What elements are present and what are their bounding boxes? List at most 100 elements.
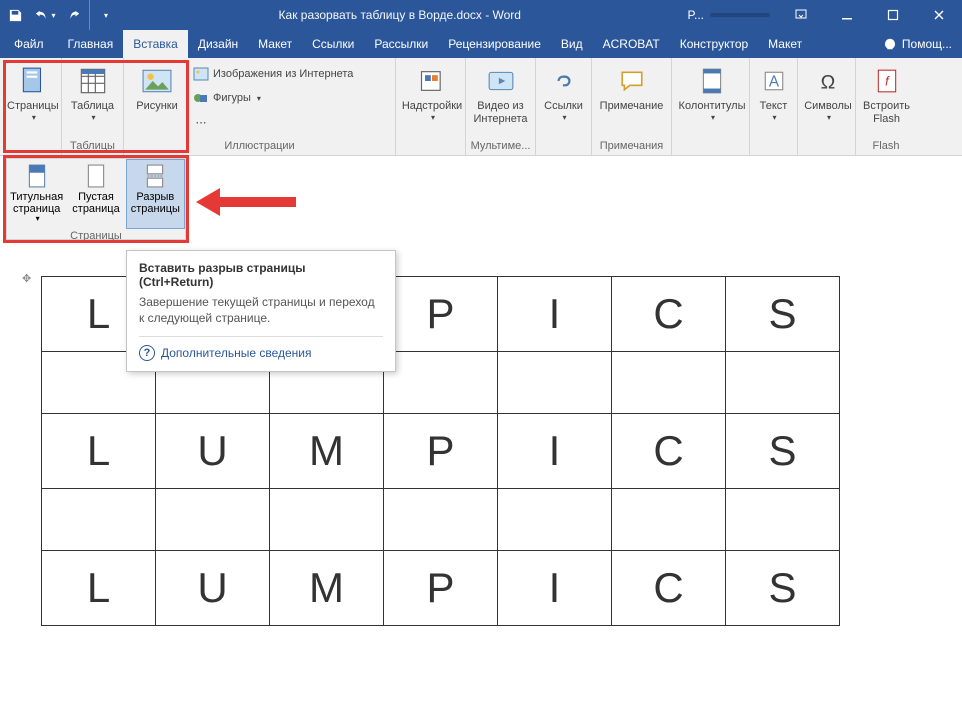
chevron-down-icon: ▾ [827, 113, 831, 122]
tab-home[interactable]: Главная [58, 30, 124, 58]
table-cell[interactable] [270, 489, 384, 551]
tooltip-title: Вставить разрыв страницы (Ctrl+Return) [139, 261, 383, 289]
cover-page-icon [25, 164, 49, 188]
online-video-button[interactable]: Видео из Интернета [470, 61, 531, 129]
svg-text:A: A [768, 73, 779, 90]
table-cell[interactable] [612, 352, 726, 414]
cover-page-button[interactable]: Титульная страница▾ [7, 159, 66, 229]
table-cell[interactable]: U [156, 551, 270, 626]
table-cell[interactable]: L [42, 414, 156, 489]
undo-button[interactable]: ▾ [30, 0, 60, 30]
more-icon: ⋯ [193, 114, 209, 130]
tab-view[interactable]: Вид [551, 30, 593, 58]
close-button[interactable] [916, 0, 962, 30]
tab-references[interactable]: Ссылки [302, 30, 364, 58]
embed-flash-button[interactable]: f Встроить Flash [860, 61, 913, 129]
table-cell[interactable]: M [270, 414, 384, 489]
customize-qat-button[interactable]: ▾ [90, 0, 120, 30]
table-cell[interactable]: S [726, 551, 840, 626]
tab-file[interactable]: Файл [0, 30, 58, 58]
table-icon [77, 65, 109, 97]
online-pictures-button[interactable]: Изображения из Интернета [188, 63, 358, 85]
tab-mailings[interactable]: Рассылки [364, 30, 438, 58]
addins-button[interactable]: Надстройки ▾ [400, 61, 464, 126]
table-cell[interactable]: C [612, 277, 726, 352]
chevron-down-icon: ▾ [32, 113, 36, 122]
table-cell[interactable]: P [384, 277, 498, 352]
tab-insert[interactable]: Вставка [123, 30, 188, 58]
table-cell[interactable]: I [498, 414, 612, 489]
save-button[interactable] [0, 0, 30, 30]
group-label-illustrations: Иллюстрации [128, 138, 391, 155]
table-cell[interactable] [384, 489, 498, 551]
tab-design[interactable]: Дизайн [188, 30, 248, 58]
header-footer-button[interactable]: Колонтитулы ▾ [676, 61, 748, 126]
tab-layout2[interactable]: Макет [758, 30, 812, 58]
tab-layout[interactable]: Макет [248, 30, 302, 58]
chevron-down-icon: ▾ [91, 113, 95, 122]
maximize-button[interactable] [870, 0, 916, 30]
table-cell[interactable]: L [42, 551, 156, 626]
tab-constructor[interactable]: Конструктор [670, 30, 758, 58]
table-cell[interactable]: C [612, 551, 726, 626]
table-cell[interactable]: S [726, 414, 840, 489]
redo-button[interactable] [60, 0, 90, 30]
tab-review[interactable]: Рецензирование [438, 30, 551, 58]
table-cell[interactable] [726, 489, 840, 551]
group-label-tables: Таблицы [66, 138, 119, 155]
table-cell[interactable] [42, 489, 156, 551]
table-cell[interactable] [384, 352, 498, 414]
user-area[interactable]: P... [680, 8, 778, 22]
table-cell[interactable] [156, 489, 270, 551]
omega-icon: Ω [812, 65, 844, 97]
user-initial: P... [688, 8, 704, 22]
table-cell[interactable] [498, 489, 612, 551]
text-button[interactable]: A Текст ▾ [754, 61, 793, 126]
links-button[interactable]: Ссылки ▾ [540, 61, 587, 126]
tooltip-body: Завершение текущей страницы и переход к … [139, 295, 383, 326]
video-icon [485, 65, 517, 97]
chevron-down-icon: ▾ [51, 11, 55, 20]
window-title: Как разорвать таблицу в Ворде.docx - Wor… [120, 8, 680, 22]
table-button[interactable]: Таблица ▾ [66, 61, 119, 126]
minimize-button[interactable] [824, 0, 870, 30]
pages-button[interactable]: Страницы ▾ [4, 61, 62, 126]
table-cell[interactable] [612, 489, 726, 551]
ribbon: Страницы ▾ . Таблица ▾ Таблицы Рисунки И… [0, 58, 962, 156]
screen-tip: Вставить разрыв страницы (Ctrl+Return) З… [126, 250, 396, 372]
pictures-icon [141, 65, 173, 97]
table-cell[interactable]: S [726, 277, 840, 352]
pages-gallery: Титульная страница▾ Пустая страница Разр… [6, 158, 186, 240]
table-cell[interactable]: P [384, 414, 498, 489]
table-cell[interactable]: C [612, 414, 726, 489]
pictures-button[interactable]: Рисунки [128, 61, 186, 117]
table-cell[interactable]: U [156, 414, 270, 489]
blank-page-button[interactable]: Пустая страница [66, 159, 125, 229]
table-cell[interactable] [498, 352, 612, 414]
window-controls [778, 0, 962, 30]
help-icon: ? [139, 345, 155, 361]
chevron-down-icon: ▾ [36, 215, 40, 224]
table-cell[interactable]: I [498, 551, 612, 626]
comment-button[interactable]: Примечание [596, 61, 667, 117]
ribbon-options-button[interactable] [778, 0, 824, 30]
table-cell[interactable]: M [270, 551, 384, 626]
link-icon [548, 65, 580, 97]
table-cell[interactable]: I [498, 277, 612, 352]
page-break-button[interactable]: Разрыв страницы [126, 159, 185, 229]
table-cell[interactable]: P [384, 551, 498, 626]
chevron-down-icon: ▾ [257, 94, 261, 103]
symbols-button[interactable]: Ω Символы ▾ [802, 61, 854, 126]
chevron-down-icon: ▾ [772, 113, 776, 122]
user-name-placeholder [710, 13, 770, 17]
chevron-down-icon: ▾ [711, 113, 715, 122]
page-icon [17, 65, 49, 97]
tab-acrobat[interactable]: ACROBAT [593, 30, 670, 58]
shapes-button[interactable]: Фигуры ▾ [188, 87, 358, 109]
table-anchor-icon[interactable]: ✥ [22, 272, 31, 285]
table-cell[interactable] [726, 352, 840, 414]
help-button[interactable]: Помощ... [873, 30, 962, 58]
title-bar: ▾ ▾ Как разорвать таблицу в Ворде.docx -… [0, 0, 962, 30]
more-illustrations-button[interactable]: ⋯ [188, 111, 358, 133]
tooltip-more-link[interactable]: ? Дополнительные сведения [139, 336, 383, 361]
